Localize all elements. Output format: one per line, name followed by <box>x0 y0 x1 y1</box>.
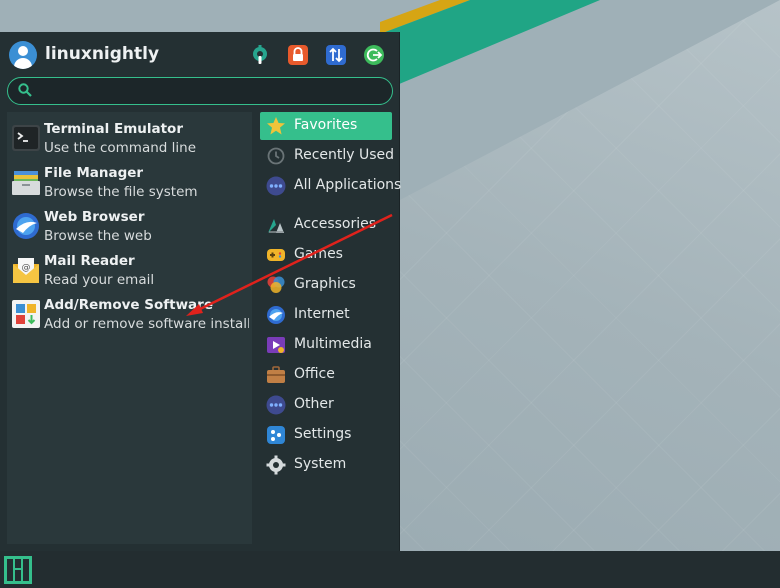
category-recently-used[interactable]: Recently Used <box>260 142 395 170</box>
category-accessories[interactable]: Accessories <box>260 211 392 239</box>
category-label: Settings <box>294 426 352 442</box>
taskbar-panel <box>0 551 780 588</box>
lock-screen-button[interactable] <box>288 45 308 65</box>
search-box[interactable] <box>7 77 393 105</box>
app-file-manager[interactable]: File Manager Browse the file system <box>7 160 252 204</box>
whisker-menu: linuxnightly Terminal Emulator Use the c… <box>0 32 401 551</box>
category-settings[interactable]: Settings <box>260 421 392 449</box>
search-input[interactable] <box>38 80 386 102</box>
app-title: File Manager <box>44 165 144 181</box>
log-out-button[interactable] <box>364 45 384 65</box>
app-title: Terminal Emulator <box>44 121 183 137</box>
app-title: Web Browser <box>44 209 145 225</box>
category-graphics[interactable]: Graphics <box>260 271 392 299</box>
category-system[interactable]: System <box>260 451 392 479</box>
switch-user-button[interactable] <box>326 45 346 65</box>
category-games[interactable]: Games <box>260 241 392 269</box>
category-label: Multimedia <box>294 336 372 352</box>
graphics-icon <box>267 276 285 293</box>
category-label: Graphics <box>294 276 356 292</box>
clock-icon <box>267 147 285 165</box>
category-office[interactable]: Office <box>260 361 392 389</box>
username: linuxnightly <box>45 44 160 64</box>
favorites-list: Terminal Emulator Use the command line F… <box>7 112 252 544</box>
web-browser-icon <box>13 213 39 239</box>
settings-icon <box>267 426 285 444</box>
accessories-icon <box>268 219 284 233</box>
svg-text:@: @ <box>22 263 31 273</box>
app-add-remove-software[interactable]: Add/Remove Software Add or remove softwa… <box>7 292 252 336</box>
settings-button[interactable] <box>250 45 270 65</box>
gamepad-icon <box>267 249 285 261</box>
app-title: Add/Remove Software <box>44 297 213 313</box>
category-other[interactable]: Other <box>260 391 392 419</box>
application-menu-button[interactable] <box>4 556 32 584</box>
dots-icon <box>266 176 286 196</box>
category-label: Other <box>294 396 334 412</box>
category-label: Games <box>294 246 343 262</box>
category-label: All Applications <box>294 177 402 193</box>
app-description: Browse the web <box>44 228 152 244</box>
search-icon <box>18 83 32 97</box>
menu-header: linuxnightly <box>0 32 400 76</box>
office-icon <box>267 366 285 383</box>
switch-arrows-icon <box>329 47 343 63</box>
mail-icon: @ <box>13 258 39 283</box>
category-label: Office <box>294 366 335 382</box>
other-icon <box>266 395 286 415</box>
app-description: Add or remove software install... <box>44 316 249 332</box>
star-icon <box>267 117 285 135</box>
file-manager-icon <box>12 171 40 195</box>
app-description: Read your email <box>44 272 155 288</box>
category-favorites[interactable]: Favorites <box>260 112 392 140</box>
categories-list: Favorites Recently Used All Applications <box>256 112 401 544</box>
category-label: Internet <box>294 306 350 322</box>
multimedia-icon <box>267 337 285 353</box>
category-multimedia[interactable]: Multimedia <box>260 331 392 359</box>
settings-gear-icon <box>253 45 267 64</box>
terminal-icon <box>12 125 40 151</box>
app-mail-reader[interactable]: @ Mail Reader Read your email <box>7 248 252 292</box>
log-out-icon <box>366 48 383 62</box>
user-avatar <box>9 41 37 69</box>
lock-icon <box>293 47 303 61</box>
app-description: Use the command line <box>44 140 196 156</box>
software-icon <box>12 300 40 328</box>
app-title: Mail Reader <box>44 253 135 269</box>
category-label: System <box>294 456 347 472</box>
app-web-browser[interactable]: Web Browser Browse the web <box>7 204 252 248</box>
category-label: Recently Used <box>294 147 395 163</box>
category-label: Accessories <box>294 216 377 232</box>
system-gear-icon <box>266 455 286 475</box>
category-all-applications[interactable]: All Applications <box>260 172 401 200</box>
category-label: Favorites <box>294 117 358 133</box>
app-terminal-emulator[interactable]: Terminal Emulator Use the command line <box>7 116 252 160</box>
app-description: Browse the file system <box>44 184 198 200</box>
category-internet[interactable]: Internet <box>260 301 392 329</box>
internet-icon <box>267 306 285 324</box>
